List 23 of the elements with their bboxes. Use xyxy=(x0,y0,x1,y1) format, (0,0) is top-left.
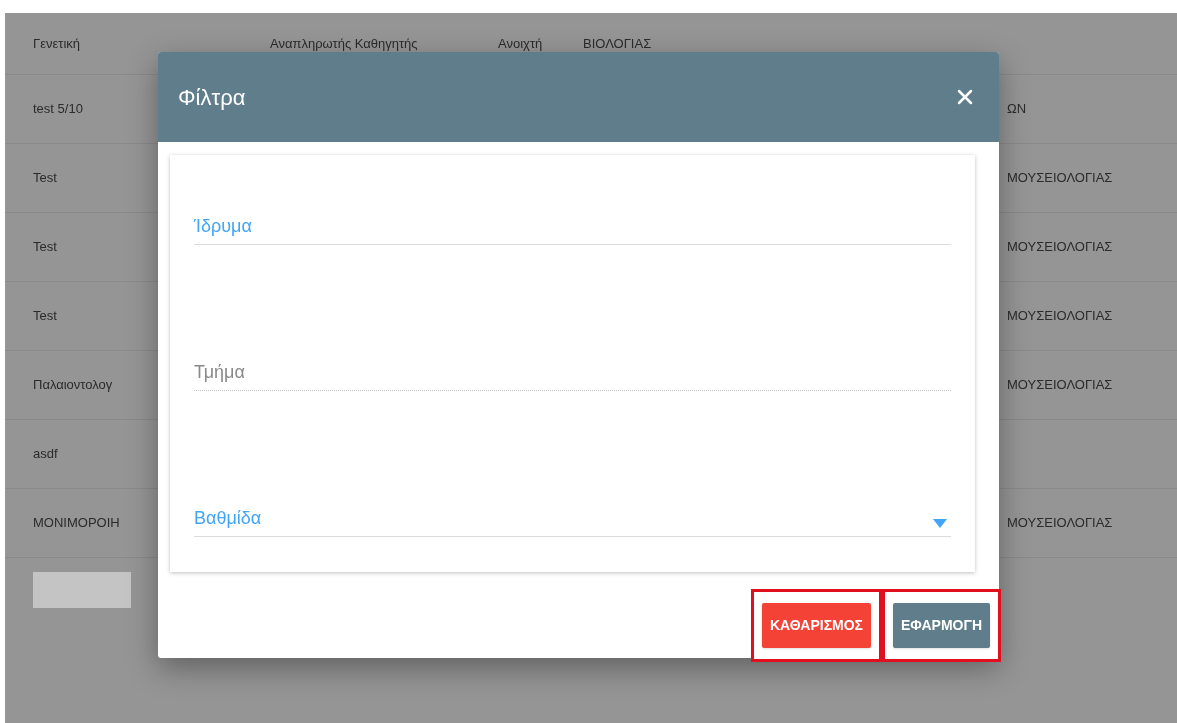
table-cell: asdf xyxy=(33,446,58,462)
clear-button[interactable]: ΚΑΘΑΡΙΣΜΟΣ xyxy=(761,603,871,648)
table-cell: ΩΝ xyxy=(1007,101,1027,117)
input-field[interactable]: Ίδρυμα xyxy=(194,211,951,245)
table-cell: Παλαιοντολογ xyxy=(33,377,113,393)
dropdown-caret-icon xyxy=(933,519,947,528)
table-cell: ΜΟΥΣΕΙΟΛΟΓΙΑΣ xyxy=(1007,515,1113,531)
table-cell: Test xyxy=(33,308,57,324)
table-cell: ΜΟΥΣΕΙΟΛΟΓΙΑΣ xyxy=(1007,308,1113,324)
table-cell: ΜΟΥΣΕΙΟΛΟΓΙΑΣ xyxy=(1007,239,1113,255)
apply-button[interactable]: ΕΦΑΡΜΟΓΗ xyxy=(893,603,990,648)
select-field[interactable]: Βαθμίδα xyxy=(194,503,951,537)
table-cell: test 5/10 xyxy=(33,101,83,117)
table-cell: Ανοιχτή xyxy=(498,35,543,51)
table-cell: ΜΟΥΣΕΙΟΛΟΓΙΑΣ xyxy=(1007,377,1113,393)
table-cell: Test xyxy=(33,239,57,255)
table-cell: Test xyxy=(33,170,57,186)
table-cell: ΒΙΟΛΟΓΙΑΣ xyxy=(583,35,652,51)
table-cell: ΜΟΝΙΜΟΡΟΙΗ xyxy=(33,515,120,531)
table-cell: Αναπληρωτής Καθηγητής xyxy=(270,35,418,51)
table-cell: ΜΟΥΣΕΙΟΛΟΓΙΑΣ xyxy=(1007,170,1113,186)
table-cell: Γενετική xyxy=(33,35,80,51)
dialog-title: Φίλτρα xyxy=(178,83,246,112)
